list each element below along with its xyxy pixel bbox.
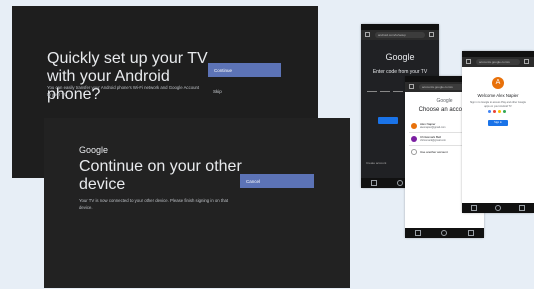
back-icon[interactable] [519,205,525,211]
code-input[interactable] [393,91,403,92]
app-icons [488,110,506,113]
tv-continue-description: Your TV is now connected to your other d… [79,198,229,210]
tv-continue-title: Continue on your other device [79,158,242,193]
play-icon [488,110,491,113]
app-icon [503,110,506,113]
url-field[interactable]: accounts.google.com/o [476,59,520,65]
welcome-page: A Welcome Alex Napier Sign in to Google … [462,67,534,203]
home-nav-icon[interactable] [441,230,448,236]
next-button[interactable] [378,117,398,124]
android-nav-bar [405,228,484,238]
android-nav-bar [462,203,534,213]
tabs-icon[interactable] [429,32,434,37]
recents-icon[interactable] [471,205,477,211]
code-input[interactable] [380,91,390,92]
url-field[interactable]: android.com/tv/setup [375,32,425,38]
code-input[interactable] [367,91,377,92]
browser-url-bar[interactable]: android.com/tv/setup [361,30,439,40]
back-icon[interactable] [467,230,474,236]
avatar: A [492,77,504,89]
skip-button[interactable]: Skip [213,89,222,94]
home-icon[interactable] [365,32,370,37]
phone-welcome: accounts.google.com/o A Welcome Alex Nap… [462,51,534,213]
google-logo: Google [385,52,415,62]
code-label: Enter code from your TV [372,69,428,75]
account-email: chrissmark@gmail.com [420,139,447,142]
continue-button[interactable]: Continue [208,63,281,77]
recents-icon[interactable] [371,180,377,186]
welcome-description: Sign in to Google to access Play and oth… [469,101,526,108]
home-icon[interactable] [466,59,471,64]
account-email: alexnapier@gmail.com [420,126,446,129]
welcome-title: Welcome Alex Napier [477,93,519,98]
account-name: Use another account [420,150,448,154]
sign-in-button[interactable]: Sign in [488,120,508,126]
home-nav-icon[interactable] [397,180,403,186]
person-icon [411,149,417,155]
youtube-icon [493,110,496,113]
home-icon[interactable] [409,84,414,89]
browser-url-bar[interactable]: accounts.google.com/o [462,57,534,67]
avatar [411,136,417,142]
create-account-link[interactable]: Create account [366,161,386,165]
google-logo: Google [79,145,109,155]
avatar [411,123,417,129]
home-nav-icon[interactable] [495,205,501,211]
recents-icon[interactable] [415,230,422,236]
photos-icon [498,110,501,113]
tv-continue-screen: Google Continue on your other device You… [44,118,350,288]
tabs-icon[interactable] [524,59,529,64]
cancel-button[interactable]: Cancel [240,174,314,188]
tv-setup-description: You can easily transfer your Android pho… [47,85,200,97]
